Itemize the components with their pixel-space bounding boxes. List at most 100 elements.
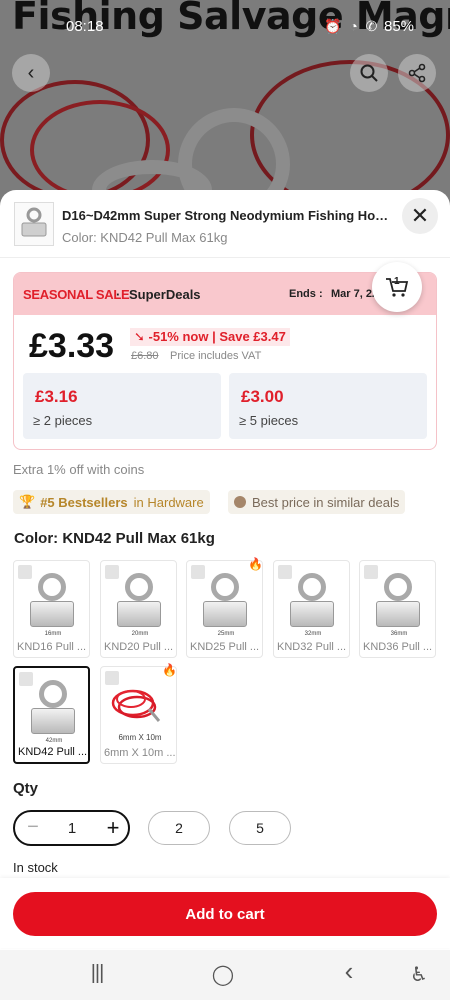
color-option[interactable]: 25mm KND25 Pull ... 🔥 (186, 557, 263, 658)
coins-offer: Extra 1% off with coins (13, 462, 145, 477)
magnet-eyebolt (298, 573, 326, 601)
bestseller-category: in Hardware (133, 494, 204, 510)
back-button[interactable]: ‹ (12, 54, 50, 92)
flame-icon: 🔥 (248, 557, 263, 571)
magnet-eyebolt (125, 573, 153, 601)
status-bar: 08:18 ⏰ ◔ ✆ 85% (0, 16, 450, 38)
color-option-selected[interactable]: 42mm KND42 Pull ... (13, 666, 90, 764)
flame-icon: 🔥 (162, 663, 177, 677)
recent-apps-icon[interactable]: ||| (82, 962, 112, 985)
bestseller-badge[interactable]: 🏆 #5 Bestsellers in Hardware (13, 490, 210, 514)
back-nav-icon[interactable]: ‹ (334, 956, 364, 987)
color-option[interactable]: 6mm X 10m 6mm X 10m ... 🔥 (100, 663, 177, 764)
option-label: KND32 Pull ... (277, 641, 347, 653)
chevron-left-icon: ‹ (27, 61, 35, 84)
option-label: KND20 Pull ... (104, 641, 174, 653)
close-button[interactable]: ✕ (402, 198, 438, 234)
option-label: 6mm X 10m ... (104, 747, 176, 759)
superdeals-label: SuperDeals (129, 287, 201, 302)
best-price-text: Best price in similar deals (252, 494, 400, 510)
tier-price-card[interactable]: £3.00 ≥ 5 pieces (229, 373, 427, 439)
price-tag-icon (234, 496, 246, 508)
magnet-eyebolt (211, 573, 239, 601)
tier-price: £3.16 (35, 387, 78, 406)
selected-variant: Color: KND42 Pull Max 61kg (62, 230, 228, 245)
original-price: £6.80 (131, 350, 159, 362)
option-dimension: 32mm (304, 631, 322, 637)
best-price-badge[interactable]: Best price in similar deals (228, 490, 406, 514)
color-option[interactable]: 20mm KND20 Pull ... (100, 560, 177, 658)
status-icons: ⏰ ◔ ✆ (324, 18, 380, 34)
qty-label: Qty (13, 780, 39, 797)
status-time: 08:18 (66, 18, 104, 35)
option-dimension: 36mm (390, 631, 408, 637)
color-option[interactable]: 36mm KND36 Pull ... (359, 560, 436, 658)
option-dimension: 25mm (217, 631, 235, 637)
quantity-stepper: − 1 + (13, 810, 130, 846)
cart-button[interactable]: 1 (372, 262, 422, 312)
option-dimension: 20mm (131, 631, 149, 637)
add-to-cart-bar: Add to cart (0, 878, 450, 948)
color-option[interactable]: 32mm KND32 Pull ... (273, 560, 350, 658)
magnet-image (203, 601, 247, 627)
preview-icon (19, 672, 33, 686)
home-icon[interactable]: ◯ (208, 962, 238, 987)
qty-chip[interactable]: 2 (148, 811, 210, 845)
system-nav-bar: ||| ◯ ‹ ♿ (0, 950, 450, 1000)
magnet-eyebolt (384, 573, 412, 601)
preview-icon (105, 565, 119, 579)
battery-level: 85% (384, 18, 415, 35)
tier-quantity: ≥ 2 pieces (33, 413, 93, 428)
tier-price: £3.00 (241, 387, 284, 406)
search-icon (360, 64, 378, 82)
add-to-cart-button[interactable]: Add to cart (13, 892, 437, 936)
magnet-eyebolt (38, 573, 66, 601)
share-button[interactable] (398, 54, 436, 92)
banner-separator: · (116, 287, 121, 302)
cart-count-badge: 1 (394, 276, 400, 287)
magnet-eyebolt (39, 680, 67, 708)
qty-chip[interactable]: 5 (229, 811, 291, 845)
seasonal-sale-label: SEASONAL SALE (23, 287, 130, 302)
preview-icon (191, 565, 205, 579)
quantity-value[interactable]: 1 (65, 820, 79, 837)
preview-icon (18, 565, 32, 579)
magnet-image (31, 708, 75, 734)
decrease-button[interactable]: − (23, 816, 43, 839)
preview-icon (364, 565, 378, 579)
ends-label: Ends : (289, 288, 323, 300)
sku-bottom-sheet: D16~D42mm Super Strong Neodymium Fishing… (0, 190, 450, 1000)
sheet-header: D16~D42mm Super Strong Neodymium Fishing… (0, 190, 450, 258)
option-label: KND36 Pull ... (363, 641, 433, 653)
accessibility-icon[interactable]: ♿ (404, 962, 434, 987)
rope-image (111, 689, 161, 722)
magnet-image (117, 601, 161, 627)
magnet-image (290, 601, 334, 627)
close-icon: ✕ (410, 203, 430, 228)
tier-quantity: ≥ 5 pieces (239, 413, 299, 428)
bestseller-rank: #5 Bestsellers (40, 494, 128, 510)
option-label: KND16 Pull ... (17, 641, 87, 653)
deal-card: SEASONAL SALE · SuperDeals Ends : Mar 7,… (13, 272, 437, 450)
discount-text: -51% now | Save £3.47 (148, 329, 286, 344)
increase-button[interactable]: + (103, 815, 123, 841)
current-price: £3.33 (29, 327, 115, 365)
option-label: KND42 Pull ... (18, 746, 88, 758)
discount-tag: ➘ -51% now | Save £3.47 (130, 328, 290, 346)
share-icon (408, 63, 426, 83)
color-option[interactable]: 16mm KND16 Pull ... (13, 560, 90, 658)
trophy-icon: 🏆 (19, 494, 36, 509)
magnet-image (376, 601, 420, 627)
option-dimension: 42mm (45, 738, 63, 744)
search-button[interactable] (350, 54, 388, 92)
stock-status: In stock (13, 860, 58, 875)
tier-price-card[interactable]: £3.16 ≥ 2 pieces (23, 373, 221, 439)
vat-note: Price includes VAT (170, 350, 262, 362)
product-title: D16~D42mm Super Strong Neodymium Fishing… (62, 208, 392, 223)
option-label: KND25 Pull ... (190, 641, 260, 653)
option-dimension: 16mm (44, 631, 62, 637)
option-dimension: 6mm X 10m (118, 733, 162, 742)
product-thumbnail (14, 202, 54, 246)
preview-icon (278, 565, 292, 579)
down-arrow-icon: ➘ (134, 329, 149, 344)
